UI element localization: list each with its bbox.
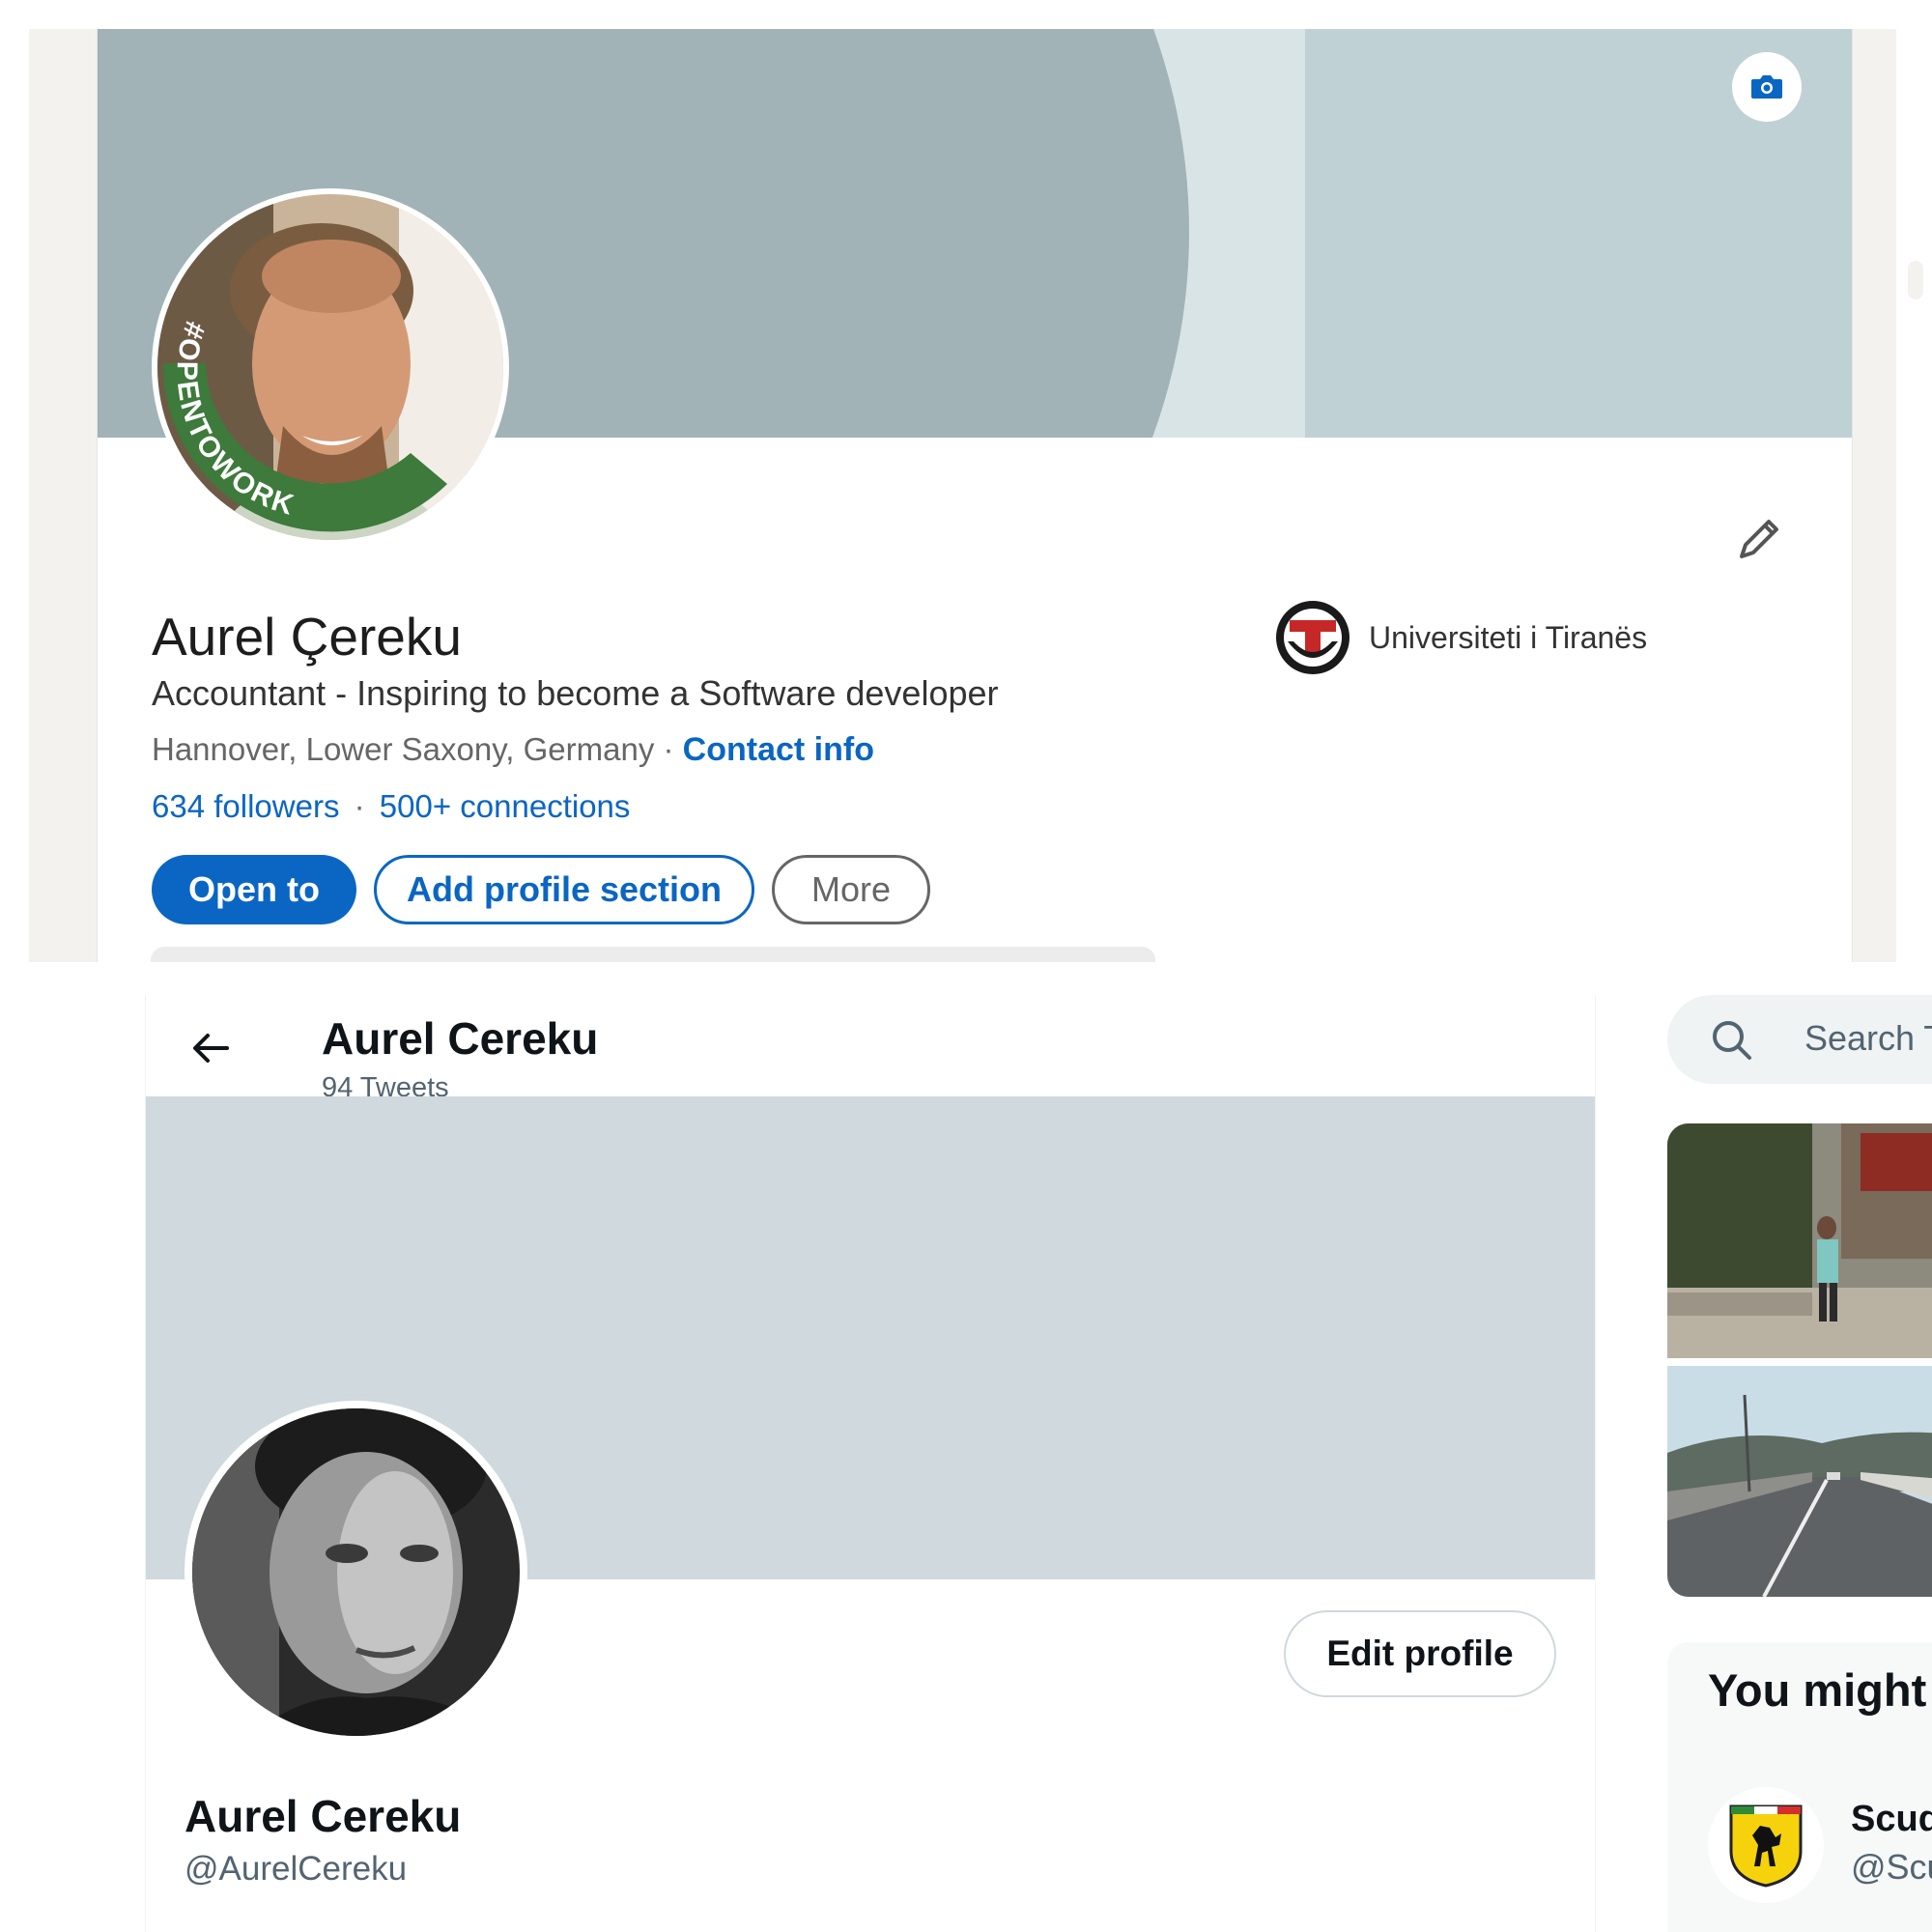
camera-icon <box>1751 75 1782 99</box>
suggested-account-avatar[interactable] <box>1708 1787 1824 1903</box>
media-preview[interactable] <box>1667 1123 1932 1597</box>
twitter-avatar-image <box>192 1408 520 1736</box>
linkedin-right-edge <box>1896 29 1932 962</box>
followers-link[interactable]: 634 followers <box>152 788 339 824</box>
open-to-button[interactable]: Open to <box>152 855 356 924</box>
school-name: Universiteti i Tiranës <box>1369 619 1648 655</box>
suggested-account-handle: @Scu <box>1851 1847 1932 1887</box>
twitter-sidebar: Search T You might Scud @Sc <box>1667 995 1932 1932</box>
university-logo <box>1276 601 1350 674</box>
add-profile-section-button[interactable]: Add profile section <box>374 855 754 924</box>
media-thumbnail-street[interactable] <box>1667 1123 1932 1358</box>
suggested-account-name[interactable]: Scud <box>1851 1799 1932 1840</box>
next-section-edge <box>151 947 1155 962</box>
contact-info-link[interactable]: Contact info <box>683 731 874 768</box>
linkedin-location-line: Hannover, Lower Saxony, Germany · Contac… <box>152 731 874 769</box>
linkedin-profile-photo[interactable]: #OPENTOWORK <box>152 188 509 546</box>
location-separator: · <box>663 731 674 767</box>
search-input[interactable]: Search T <box>1667 995 1932 1084</box>
stats-separator: · <box>354 788 365 824</box>
ferrari-logo <box>1729 1804 1803 1888</box>
back-arrow-icon[interactable] <box>186 1024 235 1072</box>
linkedin-stats: 634 followers · 500+ connections <box>152 788 630 825</box>
linkedin-profile-name: Aurel Çereku <box>152 607 462 667</box>
media-thumbnail-road[interactable] <box>1667 1366 1932 1597</box>
linkedin-location: Hannover, Lower Saxony, Germany <box>152 731 655 767</box>
search-placeholder: Search T <box>1804 1018 1932 1058</box>
education-link[interactable]: Universiteti i Tiranës <box>1274 599 1647 676</box>
search-icon <box>1713 1021 1751 1060</box>
edit-cover-camera-button[interactable] <box>1732 52 1802 122</box>
pencil-icon[interactable] <box>1732 512 1786 566</box>
twitter-profile-name: Aurel Cereku <box>185 1791 462 1841</box>
scroll-notch <box>1908 261 1923 299</box>
twitter-header-name: Aurel Cereku <box>322 1013 599 1064</box>
more-button[interactable]: More <box>772 855 930 924</box>
opentowork-avatar: #OPENTOWORK <box>157 194 503 540</box>
edit-profile-button[interactable]: Edit profile <box>1284 1610 1556 1697</box>
twitter-profile-column: Aurel Cereku 94 Tweets Edit profile Aure… <box>145 995 1596 1932</box>
twitter-profile-photo[interactable] <box>185 1401 527 1744</box>
linkedin-headline: Accountant - Inspiring to become a Softw… <box>152 673 999 713</box>
who-to-follow-panel: You might Scud @Scu <box>1667 1642 1932 1932</box>
who-to-follow-title: You might <box>1708 1664 1927 1716</box>
linkedin-profile-card: #OPENTOWORK Aurel Çereku Accountant - In… <box>97 29 1853 962</box>
twitter-handle: @AurelCereku <box>185 1850 408 1888</box>
connections-link[interactable]: 500+ connections <box>380 788 631 824</box>
